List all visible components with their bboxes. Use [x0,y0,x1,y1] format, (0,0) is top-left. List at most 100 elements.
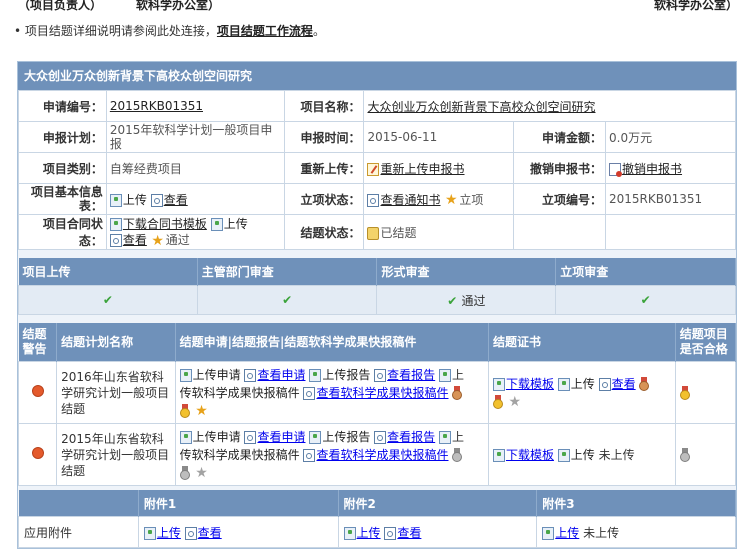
apply-no-label: 申请编号： [18,90,107,122]
att2-view-link[interactable]: 查看 [397,526,421,540]
view-icon [184,526,197,540]
warning-dot-icon [31,384,44,397]
project-name-label: 项目名称： [283,90,365,122]
cert-status: 未上传 [598,447,635,462]
conclusion-table: 结题警告 结题计划名称 结题申请|结题报告|结题软科学成果快报稿件 结题证书 结… [17,323,737,486]
upload-icon [557,448,570,462]
revoke-text: 撤销申报书 [622,161,683,176]
view-quick-link[interactable]: 查看软科学成果快报稿件 [316,386,448,400]
type-label: 项目类别： [18,152,107,184]
reupload-label: 重新上传： [283,152,365,184]
workflow-link[interactable]: 项目结题工作流程 [217,24,313,38]
view-report-link[interactable]: 查看报告 [387,430,435,444]
grey-star-icon: ★ [195,465,208,481]
grey-star-icon: ★ [508,394,522,410]
upload-icon [210,218,223,231]
view-icon [598,377,611,391]
upload-quick-prefix: 上 [452,367,465,382]
upload-icon [542,526,555,540]
att3-status: 未上传 [583,525,620,540]
setup-no-value: 2015RKB01351 [605,183,736,215]
basic-upload-link[interactable]: 上传 [123,193,147,207]
att1-upload-link[interactable]: 上传 [157,526,181,540]
upload-icon [179,368,192,382]
header-fragment-right: 软科学办公室） [654,0,739,12]
flow-header-upload: 项目上传 [18,258,198,286]
contract-status: 通过 [165,233,190,247]
gold-medal-icon [492,395,503,409]
download-icon [492,377,505,391]
view-icon [303,386,316,400]
att1-view-link[interactable]: 查看 [198,526,222,540]
plan-label: 申报计划： [18,121,107,153]
view-quick-link[interactable]: 查看软科学成果快报稿件 [316,448,448,462]
setup-status-label: 立项状态： [283,183,365,215]
project-name-link[interactable]: 大众创业万众创新背景下高校众创空间研究 [367,100,595,114]
upload-report-link[interactable]: 上传报告 [322,430,370,444]
view-icon [244,368,257,382]
view-icon [374,430,387,444]
upload-quick-link[interactable]: 传软科学成果快报稿件 [180,386,300,400]
contract-download-link[interactable]: 下载合同书模板 [123,217,207,231]
upload-icon [557,377,570,391]
apply-time-value: 2015-06-11 [363,121,515,153]
contract-view-link[interactable]: 查看 [123,233,147,247]
reupload-link[interactable]: 重新上传申报书 [367,162,465,176]
upload-report-link[interactable]: 上传报告 [322,368,370,382]
cert-download-link[interactable]: 下载模板 [506,448,554,462]
view-report-link[interactable]: 查看报告 [387,368,435,382]
upload-apply-link[interactable]: 上传申请 [193,368,241,382]
star-icon: ★ [445,192,458,208]
amount-label: 申请金额： [513,121,607,153]
project-info-table: 申请编号： 2015RKB01351 项目名称： 大众创业万众创新背景下高校众创… [18,90,736,250]
edit-icon [367,162,380,176]
upload-icon [309,430,322,444]
contract-label: 项目合同状态： [18,214,107,250]
upload-apply-link[interactable]: 上传申请 [193,430,241,444]
bullet: • [14,24,22,38]
att-header-blank [18,490,139,517]
view-icon [384,526,397,540]
project-panel: 大众创业万众创新背景下高校众创空间研究 申请编号： 2015RKB01351 项… [17,61,737,549]
flow-status-dept: ✔ [196,285,378,315]
silver-medal-icon [452,448,463,462]
flow-header-dept-review: 主管部门审查 [197,258,378,286]
conc-plan-name: 2016年山东省软科学研究计划一般项目结题 [56,361,176,424]
apply-no-link[interactable]: 2015RKB01351 [110,99,203,113]
conc-header-pass: 结题项目是否合格 [675,323,737,362]
conc-header-cert: 结题证书 [488,323,676,362]
flow-status-form: ✔ 通过 [376,285,557,315]
basic-info-label: 项目基本信息表： [18,183,107,215]
view-apply-link[interactable]: 查看申请 [257,430,305,444]
revoke-label: 撤销申报书： [513,152,607,184]
conc-header-apply: 结题申请|结题报告|结题软科学成果快报稿件 [175,323,489,362]
upload-quick-link[interactable]: 传软科学成果快报稿件 [180,448,300,462]
view-apply-link[interactable]: 查看申请 [257,368,305,382]
basic-view-link[interactable]: 查看 [164,193,188,207]
att2-upload-link[interactable]: 上传 [357,526,381,540]
cert-upload-link[interactable]: 上传 [571,448,595,462]
empty-cell [605,214,736,250]
amount-value: 0.0万元 [605,121,736,153]
lock-icon [367,226,380,240]
header-fragment-left2: 软科学办公室） [136,0,221,12]
note-text: 项目结题详细说明请参阅此处连接， [24,24,217,38]
empty-cell [513,214,607,250]
plan-value: 2015年软科学计划一般项目申报 [105,121,285,153]
view-icon [150,193,163,207]
contract-upload-link[interactable]: 上传 [224,217,248,231]
cert-upload-link[interactable]: 上传 [571,377,595,391]
warning-dot-icon [31,446,44,459]
download-icon [492,448,505,462]
type-value: 自筹经费项目 [105,152,285,184]
conc-header-plan: 结题计划名称 [56,323,176,362]
att3-upload-link[interactable]: 上传 [555,526,579,540]
view-icon [367,193,380,207]
setup-notice-link[interactable]: 查看通知书 [380,193,440,207]
revoke-link[interactable]: 撤销申报书 [609,161,683,177]
process-table: 项目上传 主管部门审查 形式审查 立项审查 ✔ ✔ ✔ 通过 ✔ [18,258,736,315]
gold-medal-icon [179,404,190,418]
cert-download-link[interactable]: 下载模板 [506,377,554,391]
flow-status-upload: ✔ [18,285,198,315]
cert-view-link[interactable]: 查看 [612,377,636,391]
